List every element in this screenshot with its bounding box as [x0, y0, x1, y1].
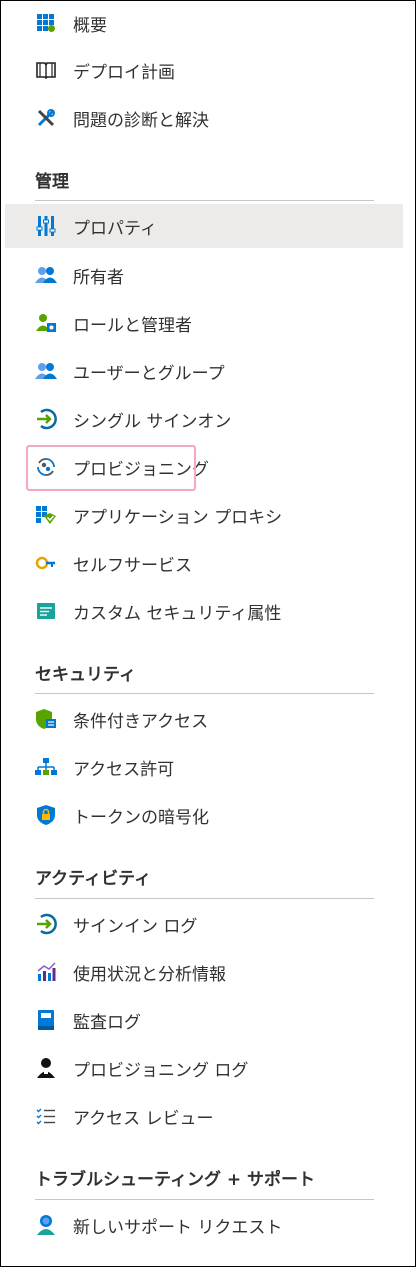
user-admin-icon	[35, 312, 57, 334]
nav-item-sign-in-logs[interactable]: サインイン ログ	[5, 902, 403, 946]
nav-item-provisioning[interactable]: プロビジョニング	[5, 445, 403, 489]
provisioning-log-user-icon	[35, 1057, 57, 1079]
nav-item-permissions[interactable]: アクセス許可	[5, 745, 403, 789]
nav-item-token-encryption[interactable]: トークンの暗号化	[5, 793, 403, 837]
nav-item-label: アクセス許可	[73, 759, 175, 780]
nav-item-application-proxy[interactable]: アプリケーション プロキシ	[5, 493, 403, 537]
users-icon	[35, 264, 57, 286]
nav-item-diagnose-solve[interactable]: 問題の診断と解決	[5, 96, 403, 140]
nav-item-label: 監査ログ	[73, 1012, 141, 1033]
nav-item-single-sign-on[interactable]: シングル サインオン	[5, 397, 403, 441]
nav-item-label: プロビジョニング	[73, 459, 209, 480]
nav-item-provisioning-logs[interactable]: プロビジョニング ログ	[5, 1046, 403, 1090]
nav-item-label: 使用状況と分析情報	[73, 964, 226, 985]
signin-arrow-icon	[35, 408, 57, 430]
conditional-access-shield-icon	[35, 708, 57, 730]
provisioning-icon	[35, 456, 57, 478]
nav-item-usage-insights[interactable]: 使用状況と分析情報	[5, 950, 403, 994]
access-review-list-icon	[35, 1105, 57, 1127]
properties-bars-icon	[35, 215, 57, 237]
nav-item-label: トークンの暗号化	[73, 807, 209, 828]
navigation-pane: 概要 デプロイ計画 問題の診断と解決 管理 プロパティ 所有者 ロールと管理者 …	[0, 0, 416, 1267]
nav-item-roles-admins[interactable]: ロールと管理者	[5, 301, 403, 345]
users-groups-icon	[35, 360, 57, 382]
section-divider	[35, 1199, 374, 1200]
nav-item-label: アプリケーション プロキシ	[73, 507, 283, 528]
section-heading-security: セキュリティ	[35, 665, 136, 685]
nav-item-label: 条件付きアクセス	[73, 711, 209, 732]
custom-attributes-icon	[35, 600, 57, 622]
support-request-person-icon	[35, 1214, 57, 1236]
nav-item-new-support-request[interactable]: 新しいサポート リクエスト	[5, 1203, 403, 1247]
wrench-icon	[35, 107, 57, 129]
nav-item-deployment-plan[interactable]: デプロイ計画	[5, 48, 403, 92]
signin-log-icon	[35, 913, 57, 935]
usage-insights-chart-icon	[35, 961, 57, 983]
section-divider	[35, 898, 374, 899]
nav-item-label: ロールと管理者	[73, 315, 192, 336]
nav-item-label: デプロイ計画	[73, 62, 175, 83]
nav-item-label: プロビジョニング ログ	[73, 1060, 249, 1081]
nav-item-properties[interactable]: プロパティ	[5, 204, 403, 248]
self-service-key-icon	[35, 552, 57, 574]
nav-item-label: 新しいサポート リクエスト	[73, 1217, 283, 1238]
section-divider	[35, 693, 374, 694]
nav-item-audit-logs[interactable]: 監査ログ	[5, 998, 403, 1042]
audit-log-book-icon	[35, 1009, 57, 1031]
overview-grid-icon	[35, 12, 57, 34]
nav-item-label: シングル サインオン	[73, 411, 232, 432]
nav-item-label: ユーザーとグループ	[73, 363, 225, 384]
nav-item-owners[interactable]: 所有者	[5, 253, 403, 297]
nav-item-access-reviews[interactable]: アクセス レビュー	[5, 1094, 403, 1138]
nav-item-label: アクセス レビュー	[73, 1108, 214, 1129]
permissions-hierarchy-icon	[35, 756, 57, 778]
nav-item-label: 概要	[73, 15, 107, 36]
nav-item-label: プロパティ	[73, 218, 157, 239]
section-heading-support: トラブルシューティング + サポート	[35, 1170, 316, 1190]
nav-item-label: サインイン ログ	[73, 916, 198, 937]
app-proxy-icon	[35, 504, 57, 526]
section-divider	[35, 200, 374, 201]
section-heading-activity: アクティビティ	[35, 869, 152, 889]
section-heading-manage: 管理	[35, 172, 69, 192]
nav-item-label: 問題の診断と解決	[73, 110, 209, 131]
nav-item-users-groups[interactable]: ユーザーとグループ	[5, 349, 403, 393]
token-encryption-shield-icon	[35, 804, 57, 826]
nav-item-label: 所有者	[73, 267, 124, 288]
nav-item-label: カスタム セキュリティ属性	[73, 603, 282, 624]
nav-item-custom-security-attributes[interactable]: カスタム セキュリティ属性	[5, 589, 403, 633]
nav-item-conditional-access[interactable]: 条件付きアクセス	[5, 697, 403, 741]
book-icon	[35, 59, 57, 81]
nav-item-label: セルフサービス	[73, 555, 192, 576]
nav-item-overview[interactable]: 概要	[5, 1, 403, 45]
nav-item-self-service[interactable]: セルフサービス	[5, 541, 403, 585]
